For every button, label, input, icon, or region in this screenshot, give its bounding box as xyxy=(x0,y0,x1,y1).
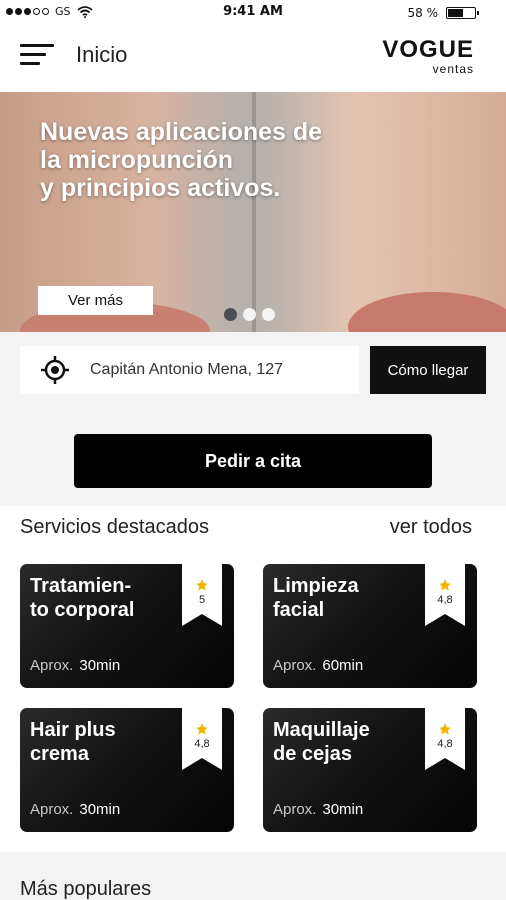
duration-label: Aprox. xyxy=(273,657,317,674)
service-name-line: Limpieza xyxy=(273,575,359,597)
status-right: 58 % xyxy=(407,6,479,20)
hero-headline-line: y principios activos. xyxy=(40,174,281,202)
rating-ribbon: 4,8 xyxy=(425,564,465,626)
see-all-link[interactable]: ver todos xyxy=(390,516,472,539)
duration-value: 30min xyxy=(322,801,364,818)
see-more-button[interactable]: Ver más xyxy=(38,286,153,315)
service-name-line: Tratamien- xyxy=(30,575,132,597)
service-card[interactable]: Limpieza facial 4,8 Aprox. 60min xyxy=(263,564,477,688)
brand-logo: VOGUE ventas xyxy=(382,36,474,77)
duration-label: Aprox. xyxy=(30,657,74,674)
duration-value: 60min xyxy=(322,657,364,674)
service-card[interactable]: Hair plus crema 4,8 Aprox. 30min xyxy=(20,708,234,832)
star-icon xyxy=(439,723,451,735)
pager-dot[interactable] xyxy=(262,308,275,321)
hero-image-right xyxy=(348,292,506,332)
location-icon xyxy=(20,346,90,394)
rating-value: 4,8 xyxy=(194,738,210,750)
app-bar: Inicio VOGUE ventas xyxy=(0,24,506,92)
book-appointment-button[interactable]: Pedir a cita xyxy=(74,434,432,488)
status-bar: GS 9:41 AM 58 % xyxy=(0,0,506,24)
service-duration: Aprox. 30min xyxy=(30,657,120,674)
service-card[interactable]: Maquillaje de cejas 4,8 Aprox. 30min xyxy=(263,708,477,832)
rating-value: 4,8 xyxy=(437,594,453,606)
service-name: Tratamien- to corporal xyxy=(30,574,180,622)
service-name-line: crema xyxy=(30,743,89,765)
brand-subtitle: ventas xyxy=(432,62,474,76)
menu-icon[interactable] xyxy=(20,42,54,68)
brand-name: VOGUE xyxy=(382,36,474,63)
star-icon xyxy=(196,723,208,735)
battery-icon xyxy=(446,7,479,19)
service-card[interactable]: Tratamien- to corporal 5 Aprox. 30min xyxy=(20,564,234,688)
service-duration: Aprox. 60min xyxy=(273,657,363,674)
pager-dot[interactable] xyxy=(243,308,256,321)
address-text: Capitán Antonio Mena, 127 xyxy=(90,361,284,378)
service-duration: Aprox. 30min xyxy=(273,801,363,818)
hero-headline: Nuevas aplicaciones de la micropunción y… xyxy=(40,118,360,202)
duration-label: Aprox. xyxy=(30,801,74,818)
service-name-line: Maquillaje xyxy=(273,719,370,741)
duration-value: 30min xyxy=(79,801,121,818)
star-icon xyxy=(196,579,208,591)
hero-headline-line: la micropunción xyxy=(40,146,234,174)
duration-label: Aprox. xyxy=(273,801,317,818)
service-duration: Aprox. 30min xyxy=(30,801,120,818)
page-title: Inicio xyxy=(76,42,128,67)
rating-ribbon: 4,8 xyxy=(182,708,222,770)
service-name-line: to corporal xyxy=(30,599,135,621)
rating-ribbon: 5 xyxy=(182,564,222,626)
rating-ribbon: 4,8 xyxy=(425,708,465,770)
pager-dot-active[interactable] xyxy=(224,308,237,321)
rating-value: 4,8 xyxy=(437,738,453,750)
star-icon xyxy=(439,579,451,591)
service-name-line: de cejas xyxy=(273,743,352,765)
featured-title: Servicios destacados xyxy=(20,516,209,538)
service-name-line: facial xyxy=(273,599,325,621)
rating-value: 5 xyxy=(198,594,206,606)
service-name-line: Hair plus xyxy=(30,719,116,741)
service-name: Maquillaje de cejas xyxy=(273,718,423,766)
service-name: Limpieza facial xyxy=(273,574,423,622)
directions-button[interactable]: Cómo llegar xyxy=(370,346,486,394)
carousel-pager xyxy=(224,308,275,321)
duration-value: 30min xyxy=(79,657,121,674)
address-field[interactable]: Capitán Antonio Mena, 127 xyxy=(20,346,359,394)
popular-title: Más populares xyxy=(20,878,152,900)
battery-percent: 58 % xyxy=(407,6,439,20)
hero-headline-line: Nuevas aplicaciones de xyxy=(40,118,323,146)
service-name: Hair plus crema xyxy=(30,718,180,766)
